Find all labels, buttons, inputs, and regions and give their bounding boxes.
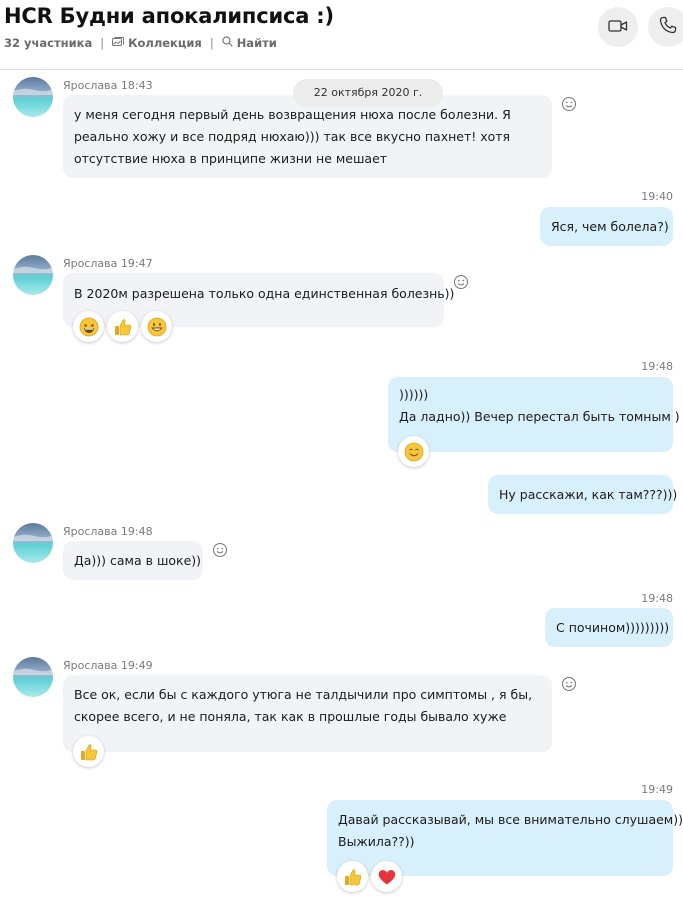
search-icon xyxy=(222,36,233,50)
message-text: Да ладно)) Вечер перестал быть томным ) xyxy=(399,409,680,424)
message-text: у меня сегодня первый день возвращения н… xyxy=(74,107,511,122)
gallery-icon xyxy=(112,36,125,50)
message-text: скорее всего, и не поняла, так как в про… xyxy=(74,709,507,724)
message-time: 19:40 xyxy=(641,190,673,203)
message-text: В 2020м разрешена только одна единственн… xyxy=(74,286,455,301)
divider: | xyxy=(100,36,105,50)
avatar[interactable] xyxy=(13,255,53,295)
audio-call-button[interactable] xyxy=(648,7,683,47)
message-bubble[interactable]: у меня сегодня первый день возвращения н… xyxy=(63,95,552,178)
message-text: С почином))))))))) xyxy=(556,620,670,635)
grinning-face-icon[interactable] xyxy=(141,311,172,342)
message-bubble[interactable]: С почином))))))))) xyxy=(545,608,673,647)
add-reaction-icon[interactable] xyxy=(212,542,228,558)
thumbs-up-icon[interactable] xyxy=(73,736,104,767)
collection-link[interactable]: Коллекция xyxy=(128,36,202,50)
video-camera-icon xyxy=(608,18,628,37)
message-text: )))))) xyxy=(399,387,429,402)
participants-link[interactable]: 32 участника xyxy=(4,36,92,50)
message-bubble[interactable]: Да))) сама в шоке)) xyxy=(63,541,203,580)
video-call-button[interactable] xyxy=(598,7,638,47)
message-bubble[interactable]: Ну расскажи, как там???))) xyxy=(488,475,678,514)
add-reaction-icon[interactable] xyxy=(561,676,577,692)
sender-name: Ярослава 19:48 xyxy=(63,525,153,538)
chat-title[interactable]: HCR Будни апокалипсиса :) xyxy=(4,4,334,28)
sender-name: Ярослава 19:47 xyxy=(63,257,153,270)
red-heart-icon[interactable] xyxy=(371,861,402,892)
laughing-face-icon[interactable] xyxy=(73,311,104,342)
avatar[interactable] xyxy=(13,77,53,117)
message-text: Давай рассказывай, мы все внимательно сл… xyxy=(338,812,683,827)
message-bubble[interactable]: Яся, чем болела?) xyxy=(540,207,673,246)
chat-meta-bar: 32 участника | Коллекция | Найти xyxy=(4,36,277,50)
sender-name: Ярослава 19:49 xyxy=(63,659,153,672)
smiling-face-icon[interactable] xyxy=(398,436,429,467)
message-time: 19:48 xyxy=(641,592,673,605)
message-text: Да))) сама в шоке)) xyxy=(74,553,202,568)
date-separator: 22 октября 2020 г. xyxy=(293,79,443,107)
message-time: 19:49 xyxy=(641,783,673,796)
find-link[interactable]: Найти xyxy=(237,36,277,50)
avatar[interactable] xyxy=(13,657,53,697)
message-text: Все ок, если бы с каждого утюга не талды… xyxy=(74,687,533,702)
avatar[interactable] xyxy=(13,523,53,563)
message-text: Яся, чем болела?) xyxy=(551,219,669,234)
message-text: отсутствие нюха в принципе жизни не меша… xyxy=(74,151,388,166)
message-text: реально хожу и все подряд нюхаю))) так в… xyxy=(74,129,511,144)
sender-name: Ярослава 18:43 xyxy=(63,79,153,92)
message-text: Ну расскажи, как там???))) xyxy=(499,487,678,502)
chat-header: HCR Будни апокалипсиса :) 32 участника |… xyxy=(0,0,683,70)
thumbs-up-icon[interactable] xyxy=(337,861,368,892)
add-reaction-icon[interactable] xyxy=(453,274,469,290)
phone-icon xyxy=(659,16,677,38)
thumbs-up-icon[interactable] xyxy=(107,311,138,342)
message-text: Выжила??)) xyxy=(338,834,415,849)
message-time: 19:48 xyxy=(641,360,673,373)
add-reaction-icon[interactable] xyxy=(561,96,577,112)
message-bubble[interactable]: )))))) Да ладно)) Вечер перестал быть то… xyxy=(388,377,680,452)
message-bubble[interactable]: Все ок, если бы с каждого утюга не талды… xyxy=(63,675,552,752)
divider: | xyxy=(209,36,214,50)
